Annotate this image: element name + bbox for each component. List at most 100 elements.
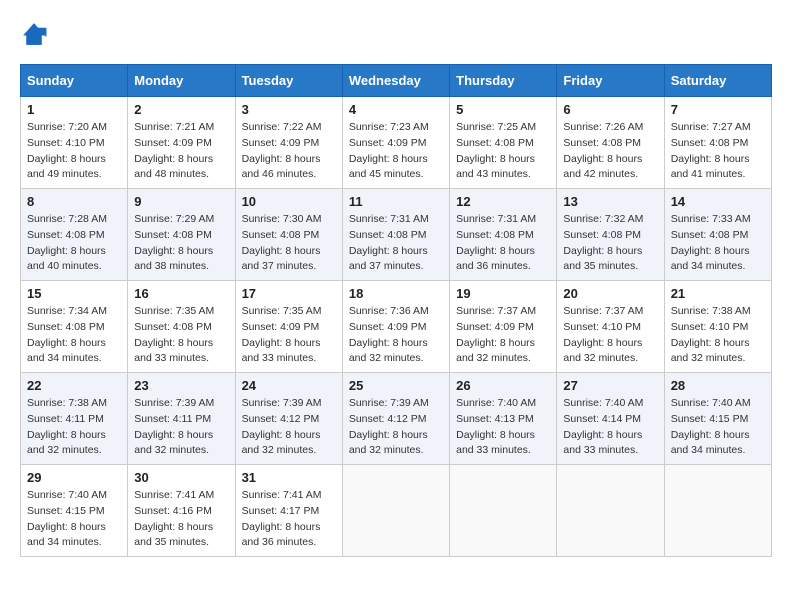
weekday-header-cell: Tuesday: [235, 65, 342, 97]
calendar-cell: 5 Sunrise: 7:25 AMSunset: 4:08 PMDaylight…: [450, 97, 557, 189]
day-detail: Sunrise: 7:21 AMSunset: 4:09 PMDaylight:…: [134, 120, 228, 183]
day-detail: Sunrise: 7:35 AMSunset: 4:09 PMDaylight:…: [242, 304, 336, 367]
day-detail: Sunrise: 7:32 AMSunset: 4:08 PMDaylight:…: [563, 212, 657, 275]
day-detail: Sunrise: 7:31 AMSunset: 4:08 PMDaylight:…: [349, 212, 443, 275]
calendar-cell: 20 Sunrise: 7:37 AMSunset: 4:10 PMDayligh…: [557, 281, 664, 373]
calendar-body: 1 Sunrise: 7:20 AMSunset: 4:10 PMDaylight…: [21, 97, 772, 557]
day-number: 6: [563, 102, 657, 117]
page-header: [20, 20, 772, 48]
calendar-table: SundayMondayTuesdayWednesdayThursdayFrid…: [20, 64, 772, 557]
day-detail: Sunrise: 7:40 AMSunset: 4:15 PMDaylight:…: [671, 396, 765, 459]
calendar-week-row: 29 Sunrise: 7:40 AMSunset: 4:15 PMDayligh…: [21, 465, 772, 557]
day-detail: Sunrise: 7:34 AMSunset: 4:08 PMDaylight:…: [27, 304, 121, 367]
day-number: 9: [134, 194, 228, 209]
day-number: 10: [242, 194, 336, 209]
day-detail: Sunrise: 7:27 AMSunset: 4:08 PMDaylight:…: [671, 120, 765, 183]
day-number: 28: [671, 378, 765, 393]
calendar-week-row: 15Sunrise: 7:34 AMSunset: 4:08 PMDayligh…: [21, 281, 772, 373]
day-detail: Sunrise: 7:39 AMSunset: 4:12 PMDaylight:…: [242, 396, 336, 459]
calendar-cell: 1 Sunrise: 7:20 AMSunset: 4:10 PMDaylight…: [21, 97, 128, 189]
calendar-cell: 9Sunrise: 7:29 AMSunset: 4:08 PMDaylight…: [128, 189, 235, 281]
weekday-header-cell: Wednesday: [342, 65, 449, 97]
calendar-cell: [342, 465, 449, 557]
day-number: 31: [242, 470, 336, 485]
day-detail: Sunrise: 7:37 AMSunset: 4:10 PMDaylight:…: [563, 304, 657, 367]
day-detail: Sunrise: 7:33 AMSunset: 4:08 PMDaylight:…: [671, 212, 765, 275]
day-number: 27: [563, 378, 657, 393]
day-number: 16: [134, 286, 228, 301]
day-detail: Sunrise: 7:40 AMSunset: 4:14 PMDaylight:…: [563, 396, 657, 459]
day-detail: Sunrise: 7:40 AMSunset: 4:15 PMDaylight:…: [27, 488, 121, 551]
day-number: 23: [134, 378, 228, 393]
calendar-cell: 14 Sunrise: 7:33 AMSunset: 4:08 PMDayligh…: [664, 189, 771, 281]
day-number: 22: [27, 378, 121, 393]
calendar-cell: 16 Sunrise: 7:35 AMSunset: 4:08 PMDayligh…: [128, 281, 235, 373]
calendar-cell: 25 Sunrise: 7:39 AMSunset: 4:12 PMDayligh…: [342, 373, 449, 465]
calendar-cell: 24 Sunrise: 7:39 AMSunset: 4:12 PMDayligh…: [235, 373, 342, 465]
day-number: 20: [563, 286, 657, 301]
day-number: 14: [671, 194, 765, 209]
calendar-cell: 12Sunrise: 7:31 AMSunset: 4:08 PMDayligh…: [450, 189, 557, 281]
day-number: 29: [27, 470, 121, 485]
day-detail: Sunrise: 7:35 AMSunset: 4:08 PMDaylight:…: [134, 304, 228, 367]
calendar-cell: 10Sunrise: 7:30 AMSunset: 4:08 PMDayligh…: [235, 189, 342, 281]
day-detail: Sunrise: 7:25 AMSunset: 4:08 PMDaylight:…: [456, 120, 550, 183]
day-detail: Sunrise: 7:41 AMSunset: 4:17 PMDaylight:…: [242, 488, 336, 551]
calendar-cell: 18 Sunrise: 7:36 AMSunset: 4:09 PMDayligh…: [342, 281, 449, 373]
day-detail: Sunrise: 7:26 AMSunset: 4:08 PMDaylight:…: [563, 120, 657, 183]
calendar-cell: [557, 465, 664, 557]
day-detail: Sunrise: 7:39 AMSunset: 4:11 PMDaylight:…: [134, 396, 228, 459]
day-number: 12: [456, 194, 550, 209]
calendar-cell: 21 Sunrise: 7:38 AMSunset: 4:10 PMDayligh…: [664, 281, 771, 373]
day-detail: Sunrise: 7:38 AMSunset: 4:10 PMDaylight:…: [671, 304, 765, 367]
day-number: 11: [349, 194, 443, 209]
calendar-cell: 19Sunrise: 7:37 AMSunset: 4:09 PMDayligh…: [450, 281, 557, 373]
calendar-cell: 2Sunrise: 7:21 AMSunset: 4:09 PMDaylight…: [128, 97, 235, 189]
day-detail: Sunrise: 7:39 AMSunset: 4:12 PMDaylight:…: [349, 396, 443, 459]
calendar-week-row: 1 Sunrise: 7:20 AMSunset: 4:10 PMDaylight…: [21, 97, 772, 189]
day-number: 8: [27, 194, 121, 209]
calendar-cell: 29 Sunrise: 7:40 AMSunset: 4:15 PMDayligh…: [21, 465, 128, 557]
day-number: 1: [27, 102, 121, 117]
calendar-cell: 27 Sunrise: 7:40 AMSunset: 4:14 PMDayligh…: [557, 373, 664, 465]
day-number: 18: [349, 286, 443, 301]
weekday-header-cell: Friday: [557, 65, 664, 97]
day-detail: Sunrise: 7:22 AMSunset: 4:09 PMDaylight:…: [242, 120, 336, 183]
day-number: 5: [456, 102, 550, 117]
calendar-cell: 11 Sunrise: 7:31 AMSunset: 4:08 PMDayligh…: [342, 189, 449, 281]
logo: [20, 20, 52, 48]
weekday-header-row: SundayMondayTuesdayWednesdayThursdayFrid…: [21, 65, 772, 97]
calendar-cell: 26Sunrise: 7:40 AMSunset: 4:13 PMDayligh…: [450, 373, 557, 465]
day-detail: Sunrise: 7:41 AMSunset: 4:16 PMDaylight:…: [134, 488, 228, 551]
day-detail: Sunrise: 7:20 AMSunset: 4:10 PMDaylight:…: [27, 120, 121, 183]
weekday-header-cell: Thursday: [450, 65, 557, 97]
calendar-cell: [664, 465, 771, 557]
calendar-cell: 13 Sunrise: 7:32 AMSunset: 4:08 PMDayligh…: [557, 189, 664, 281]
day-number: 13: [563, 194, 657, 209]
calendar-cell: 4 Sunrise: 7:23 AMSunset: 4:09 PMDaylight…: [342, 97, 449, 189]
weekday-header-cell: Saturday: [664, 65, 771, 97]
day-detail: Sunrise: 7:37 AMSunset: 4:09 PMDaylight:…: [456, 304, 550, 367]
calendar-cell: 31 Sunrise: 7:41 AMSunset: 4:17 PMDayligh…: [235, 465, 342, 557]
calendar-cell: 7 Sunrise: 7:27 AMSunset: 4:08 PMDaylight…: [664, 97, 771, 189]
calendar-cell: 3 Sunrise: 7:22 AMSunset: 4:09 PMDaylight…: [235, 97, 342, 189]
calendar-cell: 6 Sunrise: 7:26 AMSunset: 4:08 PMDaylight…: [557, 97, 664, 189]
day-number: 25: [349, 378, 443, 393]
day-number: 24: [242, 378, 336, 393]
day-detail: Sunrise: 7:36 AMSunset: 4:09 PMDaylight:…: [349, 304, 443, 367]
day-number: 17: [242, 286, 336, 301]
calendar-cell: 17 Sunrise: 7:35 AMSunset: 4:09 PMDayligh…: [235, 281, 342, 373]
day-number: 4: [349, 102, 443, 117]
day-detail: Sunrise: 7:28 AMSunset: 4:08 PMDaylight:…: [27, 212, 121, 275]
day-detail: Sunrise: 7:23 AMSunset: 4:09 PMDaylight:…: [349, 120, 443, 183]
weekday-header-cell: Monday: [128, 65, 235, 97]
day-number: 21: [671, 286, 765, 301]
calendar-cell: 30 Sunrise: 7:41 AMSunset: 4:16 PMDayligh…: [128, 465, 235, 557]
calendar-week-row: 22Sunrise: 7:38 AMSunset: 4:11 PMDayligh…: [21, 373, 772, 465]
logo-icon: [20, 20, 48, 48]
calendar-cell: 22Sunrise: 7:38 AMSunset: 4:11 PMDayligh…: [21, 373, 128, 465]
day-number: 30: [134, 470, 228, 485]
day-number: 3: [242, 102, 336, 117]
day-number: 7: [671, 102, 765, 117]
calendar-cell: 15Sunrise: 7:34 AMSunset: 4:08 PMDayligh…: [21, 281, 128, 373]
